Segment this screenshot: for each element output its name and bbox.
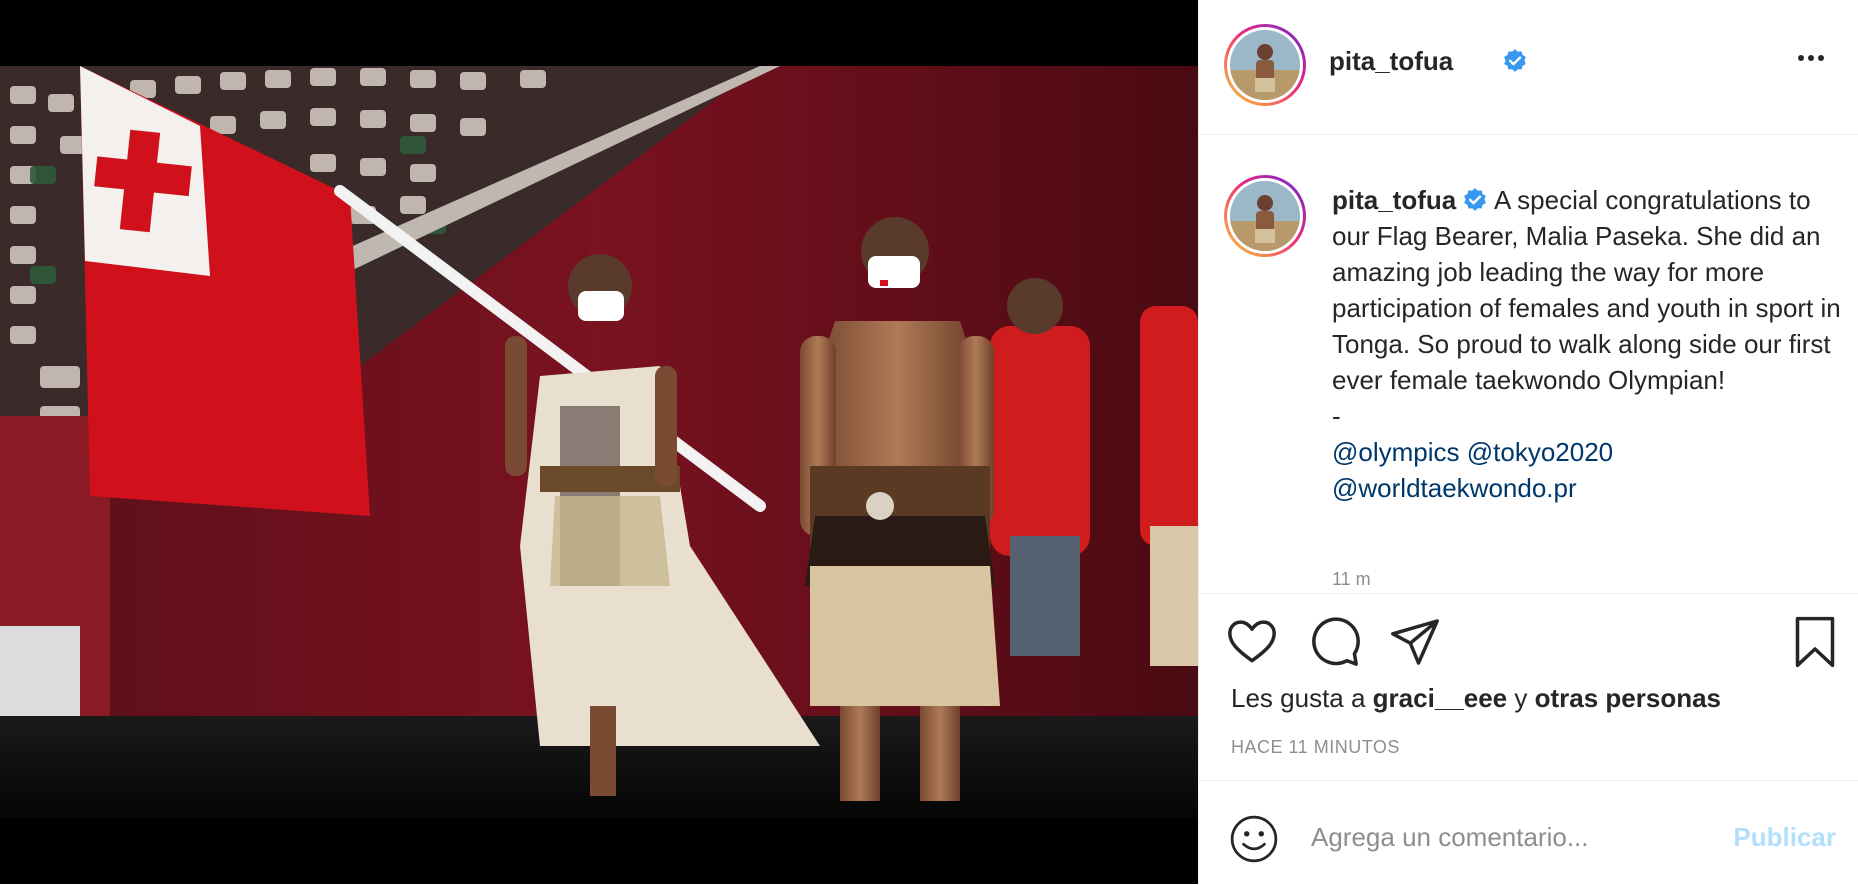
caption-time-ago: 11 m [1332, 569, 1371, 589]
likes-summary: Les gusta a graci__eee y otras personas [1231, 683, 1721, 714]
likes-connector: y [1514, 683, 1528, 713]
avatar-image [1230, 181, 1300, 251]
more-dot [1808, 55, 1814, 61]
like-button[interactable] [1224, 614, 1280, 670]
avatar-image [1230, 30, 1300, 100]
instagram-post: pita_tofua pita_tofua A special congratu… [0, 0, 1858, 884]
comment-bar: Publicar [1199, 780, 1858, 885]
post-photo [0, 66, 1198, 818]
likes-others-link[interactable]: otras personas [1535, 683, 1721, 713]
mention-link[interactable]: @olympics [1332, 437, 1460, 467]
post-header: pita_tofua [1199, 0, 1858, 135]
mention-link[interactable]: @tokyo2020 [1467, 437, 1613, 467]
post-panel: pita_tofua pita_tofua A special congratu… [1198, 0, 1858, 884]
likes-prefix: Les gusta a [1231, 683, 1366, 713]
comment-icon [1312, 617, 1360, 666]
author-username[interactable]: pita_tofua [1329, 46, 1453, 77]
paper-plane-icon [1391, 619, 1439, 665]
emoji-button[interactable] [1229, 814, 1279, 864]
share-button[interactable] [1387, 614, 1443, 670]
verified-badge-icon [1464, 188, 1487, 211]
caption-text: pita_tofua A special congratulations to … [1332, 182, 1844, 506]
action-bar [1199, 614, 1858, 670]
post-timestamp[interactable]: HACE 11 MINUTOS [1231, 737, 1400, 758]
post-media[interactable] [0, 0, 1198, 884]
more-horizontal-icon [1798, 55, 1804, 61]
caption-body: A special congratulations to our Flag Be… [1332, 185, 1841, 395]
mention-link[interactable]: @worldtaekwondo.pr [1332, 473, 1577, 503]
publish-button[interactable]: Publicar [1733, 822, 1836, 853]
author-avatar[interactable] [1224, 24, 1306, 106]
heart-icon [1228, 620, 1276, 663]
caption-username[interactable]: pita_tofua [1332, 185, 1456, 215]
bookmark-icon [1795, 616, 1835, 668]
more-options-button[interactable] [1796, 48, 1836, 78]
liker-username[interactable]: graci__eee [1373, 683, 1507, 713]
smiley-icon [1230, 815, 1278, 863]
caption-area: pita_tofua A special congratulations to … [1199, 135, 1858, 594]
caption-avatar[interactable] [1224, 175, 1306, 257]
comment-button[interactable] [1306, 614, 1362, 670]
verified-badge-icon [1504, 49, 1526, 72]
caption-separator: - [1332, 401, 1341, 431]
comment-input[interactable] [1309, 811, 1713, 863]
save-button[interactable] [1787, 614, 1843, 670]
more-dot [1818, 55, 1824, 61]
